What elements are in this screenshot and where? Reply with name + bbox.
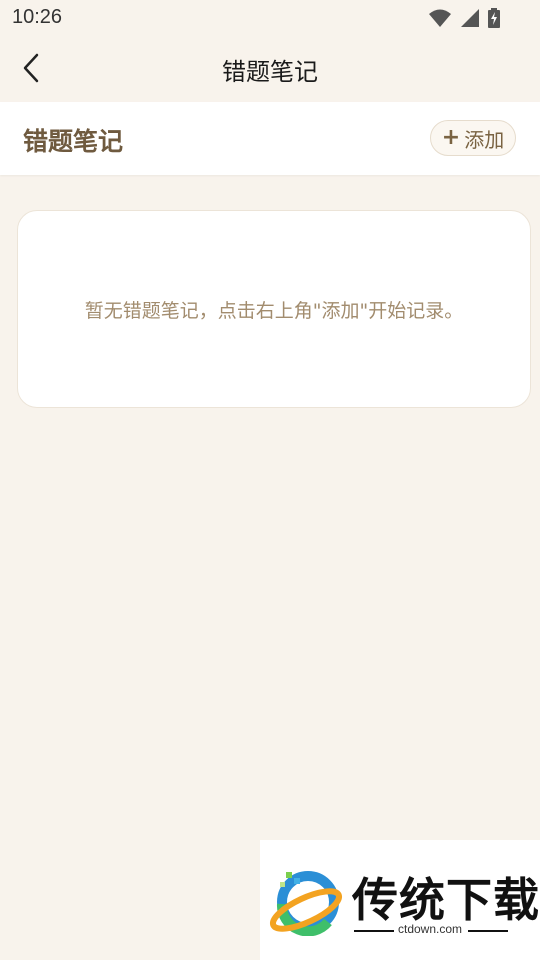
section-title: 错题笔记 (23, 127, 124, 156)
signal-icon (461, 9, 479, 27)
wifi-icon (429, 9, 451, 27)
brand-logo-icon (269, 871, 343, 936)
status-bar: 10:26 (0, 0, 540, 36)
empty-state-message: 暂无错题笔记，点击右上角"添加"开始记录。 (84, 300, 464, 322)
watermark-site: ctdown.com (398, 922, 463, 936)
add-button-label: 添加 (464, 127, 505, 152)
status-icons (428, 8, 500, 28)
watermark: 传统下载 ctdown.com (260, 840, 540, 960)
watermark-divider (354, 930, 394, 932)
page-title: 错题笔记 (222, 58, 318, 86)
plus-icon: + (441, 125, 461, 150)
add-note-button[interactable]: + 添加 (430, 120, 516, 156)
watermark-divider (468, 930, 508, 932)
battery-icon (488, 8, 500, 28)
watermark-brand: 传统下载 (352, 873, 540, 927)
app-bar: 错题笔记 (0, 36, 540, 102)
section-header: 错题笔记 + 添加 (0, 102, 540, 175)
status-time: 10:26 (12, 6, 63, 28)
empty-state-card: 暂无错题笔记，点击右上角"添加"开始记录。 (17, 210, 531, 408)
